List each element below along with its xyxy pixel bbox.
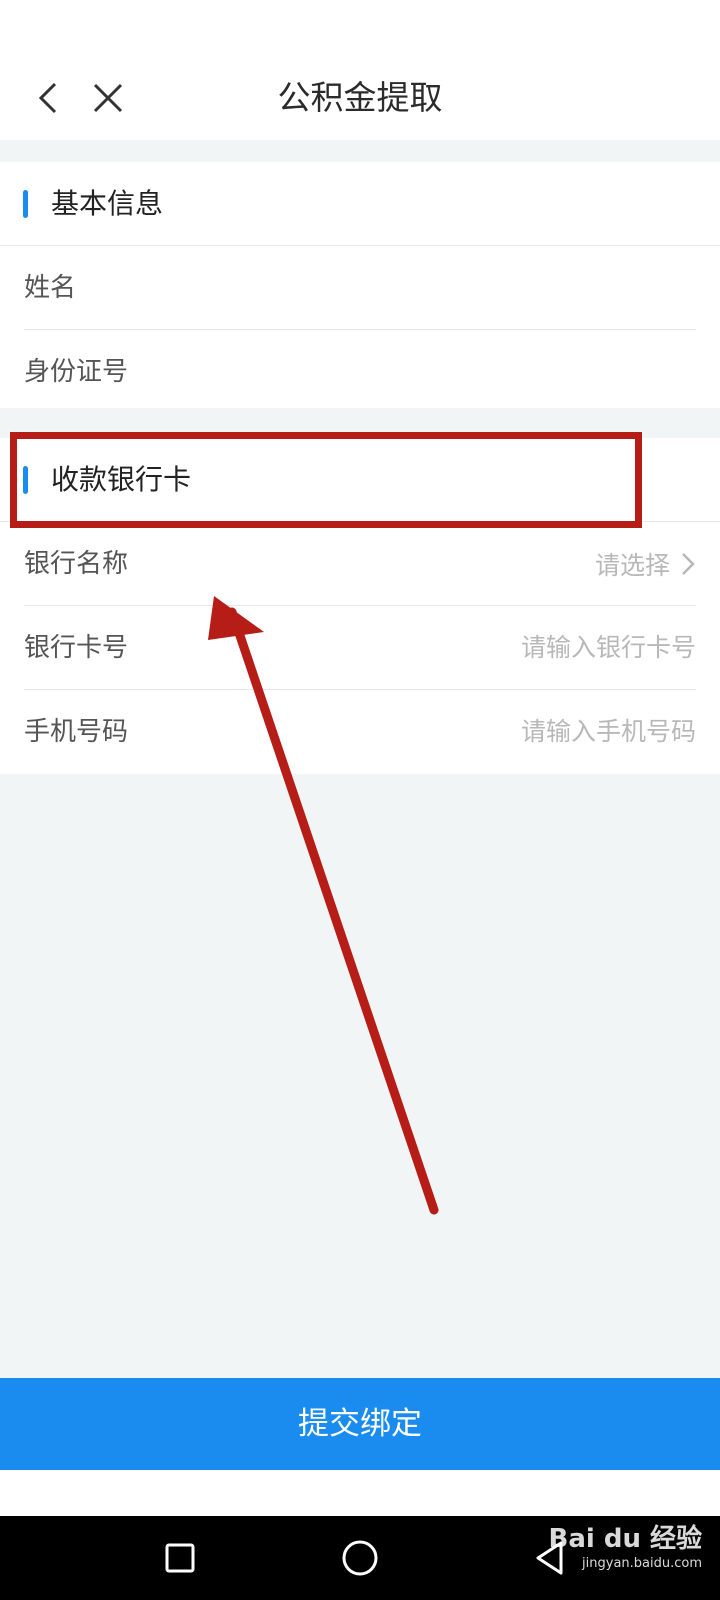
card-number-input[interactable] <box>436 606 696 690</box>
name-label: 姓名 <box>24 273 77 303</box>
section-accent-bar <box>23 190 28 218</box>
section-title: 收款银行卡 <box>51 463 192 496</box>
bank-card-header: 收款银行卡 <box>0 438 720 522</box>
recent-apps-button[interactable] <box>154 1532 206 1584</box>
name-row: 姓名 <box>24 246 696 330</box>
bank-name-placeholder: 请选择 <box>594 551 670 580</box>
bottom-spacer <box>0 1470 720 1516</box>
basic-info-section: 基本信息 姓名 身份证号 <box>0 162 720 408</box>
id-number-row: 身份证号 <box>24 330 696 414</box>
phone-label: 手机号码 <box>24 717 129 747</box>
navigation-bar: 公积金提取 <box>0 56 720 140</box>
section-accent-bar <box>23 466 28 494</box>
chevron-right-icon <box>682 553 695 575</box>
basic-info-header: 基本信息 <box>0 162 720 246</box>
home-button[interactable] <box>334 1532 386 1584</box>
close-icon <box>93 83 123 113</box>
bank-name-row[interactable]: 银行名称 请选择 <box>24 522 696 606</box>
bank-name-select[interactable]: 请选择 <box>595 522 696 606</box>
phone-input[interactable] <box>436 690 696 774</box>
bank-name-label: 银行名称 <box>24 549 129 579</box>
close-button[interactable] <box>82 72 134 124</box>
id-number-label: 身份证号 <box>24 357 129 387</box>
submit-bind-button[interactable]: 提交绑定 <box>0 1378 720 1470</box>
watermark-logo: Bai du 经验 jingyan.baidu.com <box>548 1524 703 1571</box>
card-number-label: 银行卡号 <box>24 633 129 663</box>
bank-card-section: 收款银行卡 银行名称 请选择 银行卡号 手机号码 <box>0 438 720 774</box>
section-title: 基本信息 <box>51 187 164 220</box>
chevron-left-icon <box>38 82 57 114</box>
status-bar <box>0 0 720 56</box>
circle-icon <box>342 1540 378 1576</box>
card-number-row: 银行卡号 <box>24 606 696 690</box>
back-button[interactable] <box>22 72 74 124</box>
phone-row: 手机号码 <box>24 690 696 774</box>
square-icon <box>165 1543 195 1573</box>
